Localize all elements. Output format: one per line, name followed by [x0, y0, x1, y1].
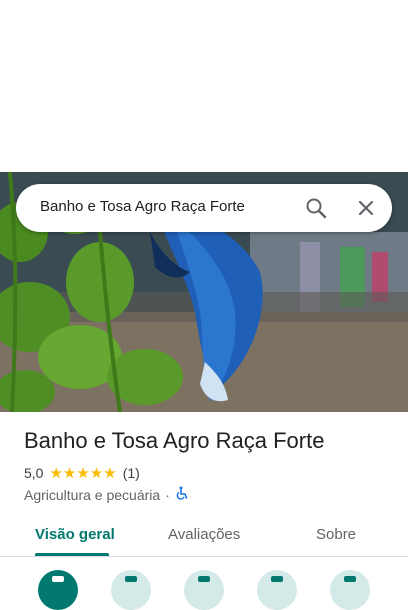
send-to-phone-button[interactable]	[257, 570, 297, 610]
save-button[interactable]	[111, 570, 151, 610]
review-count[interactable]: (1)	[123, 465, 140, 481]
tab-indicator	[35, 553, 109, 556]
search-icon[interactable]	[304, 196, 328, 220]
search-box[interactable]: Banho e Tosa Agro Raça Forte	[16, 184, 392, 232]
tab-reviews[interactable]: Avaliações	[168, 526, 240, 543]
place-category: Agricultura e pecuária	[24, 486, 161, 503]
rating-value: 5,0	[24, 465, 44, 481]
tab-overview[interactable]: Visão geral	[35, 526, 115, 543]
place-tabs: Visão geral Avaliações Sobre	[0, 516, 408, 557]
directions-icon	[52, 576, 64, 582]
search-input[interactable]: Banho e Tosa Agro Raça Forte	[40, 198, 245, 215]
separator-dot: ·	[165, 486, 170, 503]
nearby-button[interactable]	[184, 570, 224, 610]
share-button[interactable]	[330, 570, 370, 610]
directions-button[interactable]	[38, 570, 78, 610]
phone-icon	[271, 576, 283, 582]
share-icon	[344, 576, 356, 582]
rating-stars: ★★★★★	[49, 465, 117, 482]
tab-about[interactable]: Sobre	[316, 526, 356, 543]
rating-row[interactable]: 5,0 ★★★★★ (1)	[24, 464, 140, 482]
category-row: Agricultura e pecuária ·	[24, 486, 189, 503]
place-title: Banho e Tosa Agro Raça Forte	[24, 428, 325, 453]
top-blank-area	[0, 0, 408, 172]
bookmark-icon	[125, 576, 137, 582]
wheelchair-icon	[175, 486, 189, 503]
close-icon[interactable]	[354, 196, 378, 220]
nearby-icon	[198, 576, 210, 582]
